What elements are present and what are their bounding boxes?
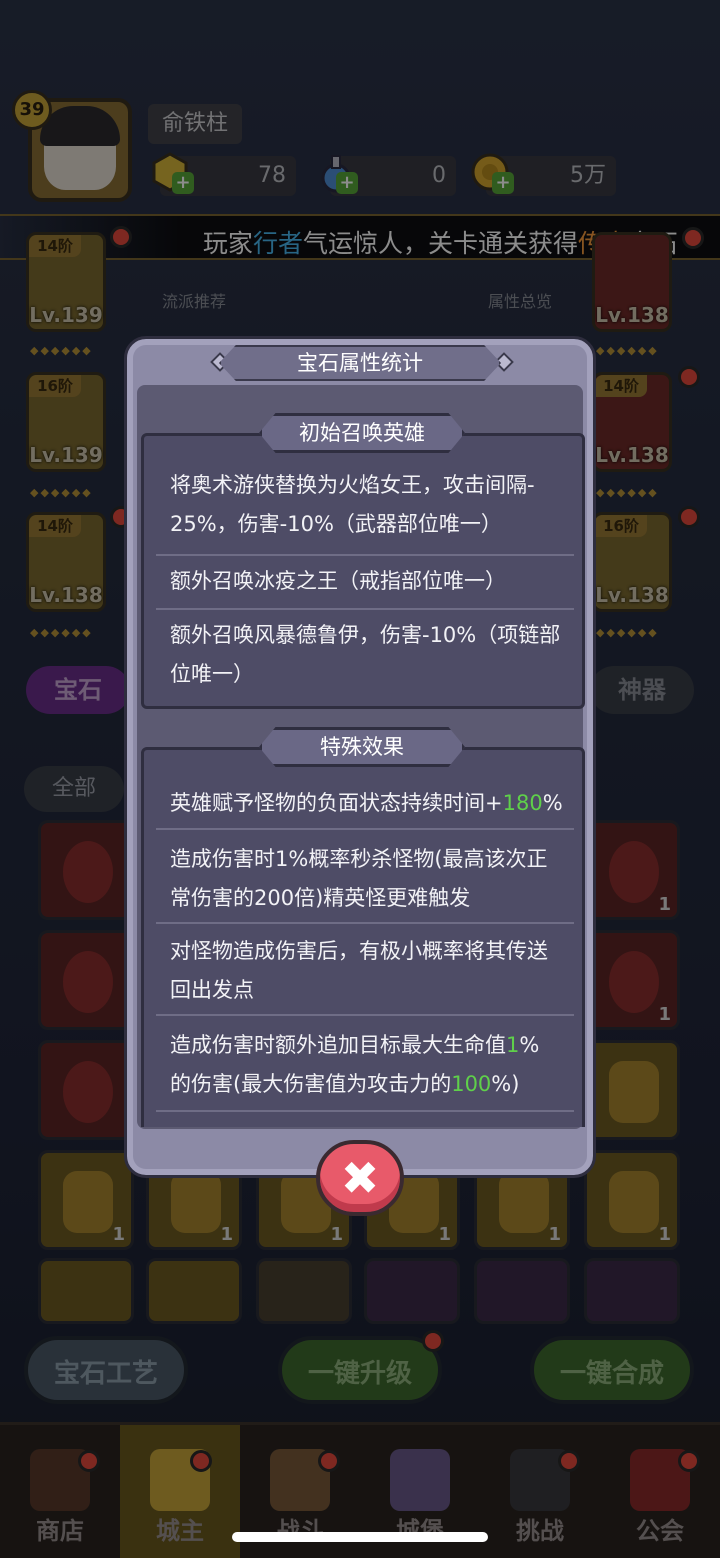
entry-line: 将奥术游侠替换为火焰女王，攻击间隔-: [170, 473, 535, 497]
entry-line: 造成伤害时1%概率秒杀怪物(最高该次正: [170, 847, 548, 871]
modal-title: 宝石属性统计: [297, 351, 423, 375]
modal-scroll-area[interactable]: 将奥术游侠替换为火焰女王，攻击间隔- 25%，伤害-10%（武器部位唯一） 额外…: [141, 405, 585, 1127]
effect-text: 的伤害(最大伤害值为攻击力的: [170, 1072, 452, 1096]
effect-entry-2: 造成伤害时1%概率秒杀怪物(最高该次正 常伤害的200倍)精英怪更难触发: [170, 840, 568, 918]
entry-line: 造成伤害时额外追加目标最大生命值1%: [170, 1026, 568, 1065]
section-divider: [156, 922, 574, 924]
effect-entry-4: 造成伤害时额外追加目标最大生命值1% 的伤害(最大伤害值为攻击力的100%): [170, 1026, 568, 1104]
summon-entry-2: 额外召唤冰疫之王（戒指部位唯一）: [170, 562, 568, 601]
effect-text: 造成伤害时额外追加目标最大生命值: [170, 1033, 506, 1057]
summon-hero-header: 初始召唤英雄: [299, 421, 425, 445]
effect-value: 1: [506, 1033, 520, 1057]
summon-hero-section: 将奥术游侠替换为火焰女王，攻击间隔- 25%，伤害-10%（武器部位唯一） 额外…: [141, 433, 585, 709]
effect-suffix: %: [519, 1033, 540, 1057]
effect-suffix: %: [542, 791, 563, 815]
entry-line: 回出发点: [170, 978, 254, 1002]
entry-line: 的伤害(最大伤害值为攻击力的100%): [170, 1065, 568, 1104]
entry-line: 额外召唤风暴德鲁伊，伤害-10%（项链部: [170, 623, 561, 647]
effect-entry-3: 对怪物造成伤害后，有极小概率将其传送 回出发点: [170, 932, 568, 1010]
entry-line: 位唯一）: [170, 662, 254, 686]
effect-value: 180: [502, 791, 543, 815]
section-divider: [156, 1110, 574, 1112]
section-divider: [156, 828, 574, 830]
gem-stats-modal: 宝石属性统计 将奥术游侠替换为火焰女王，攻击间隔- 25%，伤害-10%（武器部…: [124, 336, 596, 1178]
section-divider: [156, 1014, 574, 1016]
effect-value: 100: [451, 1072, 492, 1096]
entry-line: 对怪物造成伤害后，有极小概率将其传送: [170, 939, 548, 963]
close-icon: ✖: [340, 1151, 380, 1205]
effect-text: 英雄赋予怪物的负面状态持续时间+: [170, 791, 503, 815]
home-indicator[interactable]: [232, 1532, 488, 1542]
summon-entry-3: 额外召唤风暴德鲁伊，伤害-10%（项链部 位唯一）: [170, 616, 568, 694]
section-divider: [156, 554, 574, 556]
special-effects-section: 英雄赋予怪物的负面状态持续时间+180% 造成伤害时1%概率秒杀怪物(最高该次正…: [141, 747, 585, 1127]
entry-line: 常伤害的200倍)精英怪更难触发: [170, 886, 471, 910]
entry-line: 25%，伤害-10%（武器部位唯一）: [170, 512, 502, 536]
summon-entry-1: 将奥术游侠替换为火焰女王，攻击间隔- 25%，伤害-10%（武器部位唯一）: [170, 466, 568, 544]
effect-suffix: %): [491, 1072, 520, 1096]
entry-line: 额外召唤冰疫之王（戒指部位唯一）: [170, 569, 506, 593]
effect-entry-1: 英雄赋予怪物的负面状态持续时间+180%: [170, 784, 568, 823]
close-modal-button[interactable]: ✖: [316, 1140, 404, 1216]
special-effects-header: 特殊效果: [320, 735, 404, 759]
section-divider: [156, 608, 574, 610]
